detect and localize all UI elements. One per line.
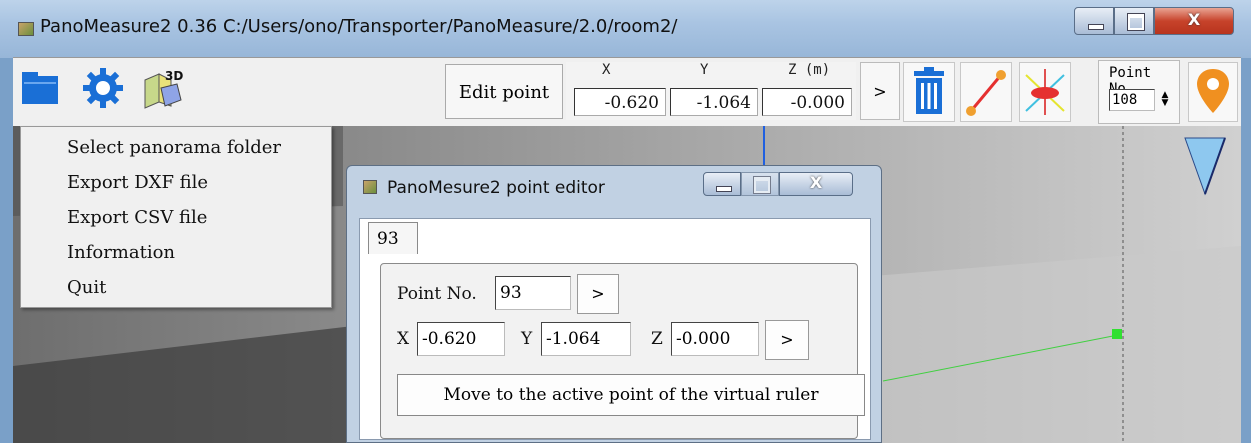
x-label: X [397,329,410,349]
close-icon: X [809,173,823,192]
y-input[interactable]: -1.064 [541,322,631,356]
ruler-button[interactable] [960,62,1012,122]
x-value-field[interactable]: -0.620 [574,88,666,116]
z-value-field[interactable]: -0.000 [762,88,852,116]
z-header: Z (m) [788,62,831,78]
tab-point-93[interactable]: 93 [368,222,418,254]
horizon-target-icon [1025,69,1065,115]
z-label: Z [651,329,663,349]
delete-button[interactable] [903,62,955,122]
minimize-icon [1088,24,1104,30]
move-to-active-point-button[interactable]: Move to the active point of the virtual … [397,374,865,416]
z-input[interactable]: -0.000 [671,322,759,356]
main-menu: Select panorama folder Export DXF file E… [20,126,332,308]
trash-icon [914,67,944,114]
horizon-button[interactable] [1019,62,1071,122]
marker-button[interactable] [1188,62,1238,122]
dialog-title: PanoMesure2 point editor [387,178,605,198]
menu-item-select-panorama-folder[interactable]: Select panorama folder [67,137,281,158]
spinner-arrows-icon[interactable]: ▲ ▼ [1159,91,1171,109]
dialog-maximize-button [741,172,779,196]
minimize-icon [716,186,732,192]
cube-3d-icon: 3D [144,69,183,109]
y-label: Y [521,329,533,349]
ruler-line-icon [966,70,1006,116]
menu-item-information[interactable]: Information [67,242,175,263]
toolbar: 3D Edit point X Y Z (m) -0.620 -1.064 -0… [13,57,1241,127]
x-header: X [602,62,611,78]
go-button[interactable]: > [860,62,900,120]
window-title: PanoMeasure2 0.36 C:/Users/ono/Transport… [40,16,678,37]
coordinate-readout: X Y Z (m) -0.620 -1.064 -0.000 [566,62,856,120]
edit-point-label: Edit point [445,64,563,119]
title-bar[interactable]: PanoMeasure2 0.36 C:/Users/ono/Transport… [0,0,1251,58]
maximize-icon [1127,13,1145,31]
gear-icon [83,68,123,108]
settings-button[interactable] [81,66,125,110]
maximize-icon [753,176,771,194]
location-marker-icon [1197,69,1229,113]
view-3d-button[interactable]: 3D [141,66,185,110]
point-no-go-button[interactable]: > [577,274,619,314]
close-icon: X [1187,10,1201,29]
application-window: PanoMeasure2 0.36 C:/Users/ono/Transport… [0,0,1251,443]
minimize-button[interactable] [1074,7,1114,35]
app-icon [18,22,34,36]
dialog-close-button[interactable]: X [779,172,853,196]
dialog-app-icon [363,180,377,194]
y-value-field[interactable]: -1.064 [670,88,758,116]
folder-button[interactable] [20,66,64,110]
menu-item-export-csv[interactable]: Export CSV file [67,207,207,228]
point-number-spinner[interactable]: Point No. 108 ▲▼ [1098,60,1180,124]
dialog-body: 93 Point No. 93 > X -0.620 Y -1.064 Z -0… [359,218,871,440]
point-no-input[interactable]: 93 [495,276,571,310]
point-editor-dialog: PanoMesure2 point editor X 93 Point No. … [346,165,882,443]
cube-3d-label: 3D [165,69,183,83]
menu-item-quit[interactable]: Quit [67,277,106,298]
y-header: Y [700,62,709,78]
point-no-label: Point No. [397,284,477,304]
maximize-button[interactable] [1114,7,1154,35]
coord-go-button[interactable]: > [765,320,809,360]
tab-panel: Point No. 93 > X -0.620 Y -1.064 Z -0.00… [380,263,865,439]
close-button[interactable]: X [1154,7,1234,35]
point-number-field[interactable]: 108 [1109,89,1155,111]
x-input[interactable]: -0.620 [417,322,505,356]
dialog-minimize-button[interactable] [703,172,741,196]
menu-item-export-dxf[interactable]: Export DXF file [67,172,208,193]
